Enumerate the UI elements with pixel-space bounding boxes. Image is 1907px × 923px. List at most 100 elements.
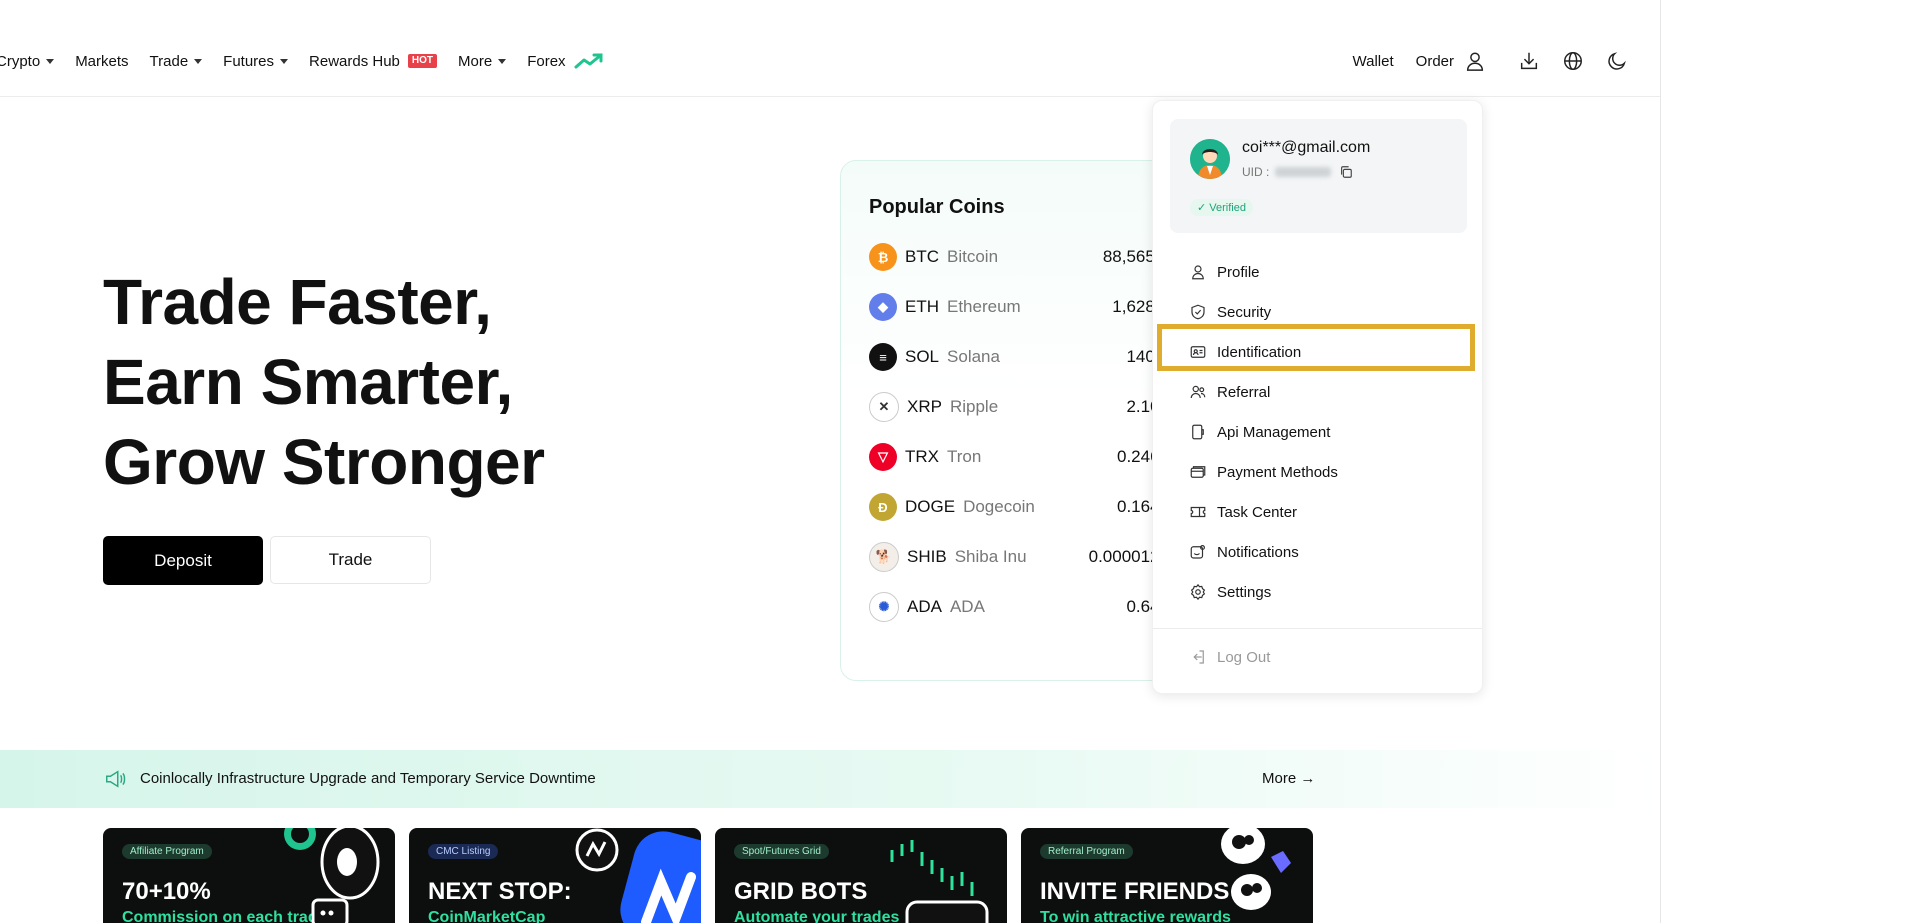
menu-referral[interactable]: Referral: [1189, 380, 1270, 404]
menu-divider: [1153, 628, 1482, 629]
nav-crypto-label: Crypto: [0, 52, 41, 70]
menu-api-management[interactable]: Api Management: [1189, 420, 1330, 444]
card-icon: [1190, 466, 1206, 478]
page-edge-divider: [1660, 0, 1661, 923]
copy-icon[interactable]: [1339, 165, 1353, 179]
candlestick-art-icon: [890, 840, 989, 923]
banner-invite-friends[interactable]: Referral Program INVITE FRIENDS To win a…: [1021, 828, 1313, 923]
nav-futures[interactable]: Futures: [223, 53, 289, 70]
announcement-bar: Coinlocally Infrastructure Upgrade and T…: [0, 750, 1660, 808]
banner-affiliate[interactable]: Affiliate Program 70+10% Commission on e…: [103, 828, 395, 923]
menu-payment-label: Payment Methods: [1217, 463, 1338, 481]
chevron-down-icon: [280, 58, 289, 64]
coin-name: Ripple: [949, 397, 999, 416]
coin-name: Bitcoin: [947, 247, 999, 266]
nav-more-label: More: [458, 52, 493, 70]
banner-subtitle: Automate your trades: [734, 909, 900, 923]
menu-task-label: Task Center: [1217, 503, 1298, 521]
deposit-button[interactable]: Deposit: [103, 536, 263, 585]
menu-api-label: Api Management: [1217, 423, 1331, 441]
coin-name: Ethereum: [947, 297, 1021, 316]
menu-task-center[interactable]: Task Center: [1189, 500, 1297, 524]
menu-security[interactable]: Security: [1189, 300, 1271, 324]
user-info-card: coi***@gmail.com UID : ✓ Verified: [1170, 119, 1467, 233]
user-icon[interactable]: [1462, 48, 1488, 74]
top-nav: Crypto Markets Trade Futures Rewards Hub…: [0, 0, 1660, 97]
nav-forex[interactable]: Forex: [527, 52, 603, 70]
banner-grid-bots[interactable]: Spot/Futures Grid GRID BOTS Automate you…: [715, 828, 1007, 923]
moon-icon[interactable]: [1604, 48, 1630, 74]
chevron-down-icon: [498, 58, 507, 64]
banner-title: NEXT STOP:: [428, 878, 572, 905]
hero-line-2: Earn Smarter,: [103, 346, 513, 418]
coin-name: Tron: [947, 447, 982, 466]
wallet-link[interactable]: Wallet: [1353, 53, 1394, 70]
account-email: coi***@gmail.com: [1242, 139, 1371, 156]
announcement-more-link[interactable]: More →: [1262, 770, 1315, 787]
menu-settings[interactable]: Settings: [1189, 580, 1271, 604]
banner-tag: CMC Listing: [428, 844, 499, 859]
menu-security-label: Security: [1217, 303, 1272, 321]
coin-symbol: ADA: [907, 597, 942, 616]
order-link[interactable]: Order: [1416, 53, 1454, 70]
identification-highlight: [1157, 324, 1475, 371]
sol-icon: ≡: [869, 343, 897, 371]
ada-icon: ✺: [869, 592, 899, 622]
shib-icon: 🐕: [869, 542, 899, 572]
popular-coins-title: Popular Coins: [869, 196, 1005, 218]
trx-icon: ▽: [869, 443, 897, 471]
menu-notifications[interactable]: Notifications: [1189, 540, 1299, 564]
download-icon[interactable]: [1516, 48, 1542, 74]
logout-button[interactable]: Log Out: [1189, 645, 1270, 669]
menu-payment-methods[interactable]: Payment Methods: [1189, 460, 1338, 484]
coin-name: Dogecoin: [963, 497, 1035, 516]
coin-name: Solana: [947, 347, 1000, 366]
account-dropdown: coi***@gmail.com UID : ✓ Verified Profil…: [1152, 100, 1483, 694]
api-icon: [1192, 424, 1204, 440]
doge-icon: Ð: [869, 493, 897, 521]
chevron-down-icon: [46, 58, 55, 64]
coin-symbol: TRX: [905, 447, 939, 466]
globe-icon[interactable]: [1560, 48, 1586, 74]
announcement-text[interactable]: Coinlocally Infrastructure Upgrade and T…: [140, 770, 596, 787]
nav-menu: Crypto Markets Trade Futures Rewards Hub…: [0, 52, 625, 70]
hero-line-3: Grow Stronger: [103, 426, 545, 498]
banner-title: GRID BOTS: [734, 878, 868, 905]
chevron-down-icon: [194, 58, 203, 64]
logout-label: Log Out: [1217, 648, 1271, 666]
nav-right: Wallet Order: [1331, 48, 1630, 74]
hot-badge: HOT: [407, 54, 438, 68]
person-icon: [1192, 265, 1204, 280]
menu-profile-label: Profile: [1217, 263, 1260, 281]
nav-trade[interactable]: Trade: [150, 53, 203, 70]
banner-cmc[interactable]: CMC Listing NEXT STOP: CoinMarketCap: [409, 828, 701, 923]
banner-tag: Referral Program: [1040, 844, 1133, 859]
uid-value-redacted: [1275, 167, 1332, 177]
nav-rewards-hub[interactable]: Rewards Hub HOT: [309, 53, 438, 70]
trade-button[interactable]: Trade: [270, 536, 431, 584]
xrp-icon: ✕: [869, 392, 899, 422]
nav-markets[interactable]: Markets: [75, 53, 128, 70]
banner-subtitle: CoinMarketCap: [428, 909, 546, 923]
trend-up-icon: [574, 53, 603, 69]
banner-title: 70+10%: [122, 878, 211, 905]
nav-crypto[interactable]: Crypto: [0, 52, 55, 70]
menu-profile[interactable]: Profile: [1189, 260, 1260, 284]
megaphone-icon: [106, 770, 126, 788]
coin-symbol: XRP: [907, 397, 942, 416]
cmc-logo-icon: [575, 828, 701, 923]
shield-icon: [1191, 304, 1205, 320]
coin-symbol: ETH: [905, 297, 939, 316]
banner-tag: Affiliate Program: [122, 844, 212, 859]
account-uid: UID :: [1242, 165, 1353, 179]
coin-symbol: DOGE: [905, 497, 956, 516]
uid-label: UID :: [1242, 165, 1270, 179]
hero-heading: Trade Faster, Earn Smarter, Grow Stronge…: [103, 262, 545, 502]
btc-icon: ₿: [869, 243, 897, 271]
banner-tag: Spot/Futures Grid: [734, 844, 829, 859]
users-icon: [1190, 385, 1206, 399]
nav-more[interactable]: More: [458, 52, 507, 70]
coin-symbol: BTC: [905, 247, 939, 266]
menu-notifications-label: Notifications: [1217, 543, 1299, 561]
nav-markets-label: Markets: [75, 52, 129, 70]
